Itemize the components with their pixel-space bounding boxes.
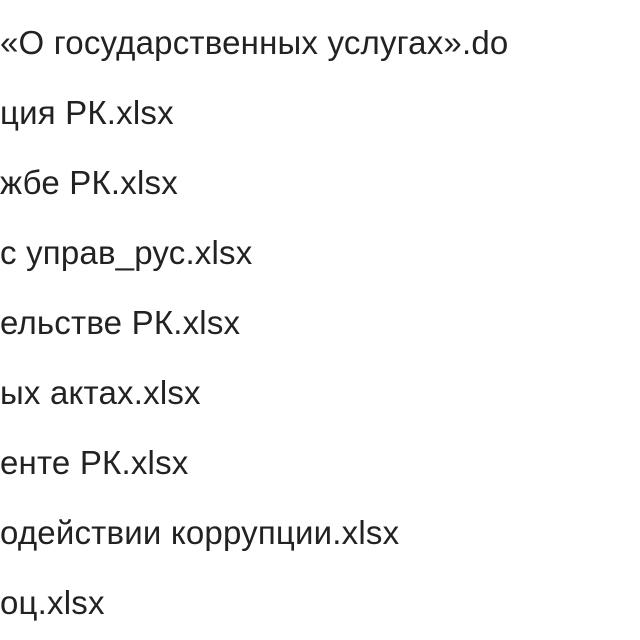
file-name-label: ция РК.xlsx (0, 94, 174, 132)
file-list: «О государственных услугах».do ция РК.xl… (0, 0, 640, 638)
file-name-label: ельстве РК.xlsx (0, 304, 240, 342)
list-item[interactable]: «О государственных услугах».do (0, 8, 640, 78)
list-item[interactable]: оц.xlsx (0, 568, 640, 638)
list-item[interactable]: с управ_рус.xlsx (0, 218, 640, 288)
file-name-label: одействии коррупции.xlsx (0, 514, 399, 552)
list-item[interactable]: жбе РК.xlsx (0, 148, 640, 218)
list-item[interactable]: енте РК.xlsx (0, 428, 640, 498)
file-name-label: енте РК.xlsx (0, 444, 188, 482)
list-item[interactable]: ция РК.xlsx (0, 78, 640, 148)
file-name-label: оц.xlsx (0, 584, 105, 622)
file-name-label: с управ_рус.xlsx (0, 234, 252, 272)
file-name-label: «О государственных услугах».do (0, 24, 508, 62)
list-item[interactable]: ых актах.xlsx (0, 358, 640, 428)
file-name-label: жбе РК.xlsx (0, 164, 178, 202)
list-item[interactable]: одействии коррупции.xlsx (0, 498, 640, 568)
list-item[interactable]: ельстве РК.xlsx (0, 288, 640, 358)
file-name-label: ых актах.xlsx (0, 374, 201, 412)
